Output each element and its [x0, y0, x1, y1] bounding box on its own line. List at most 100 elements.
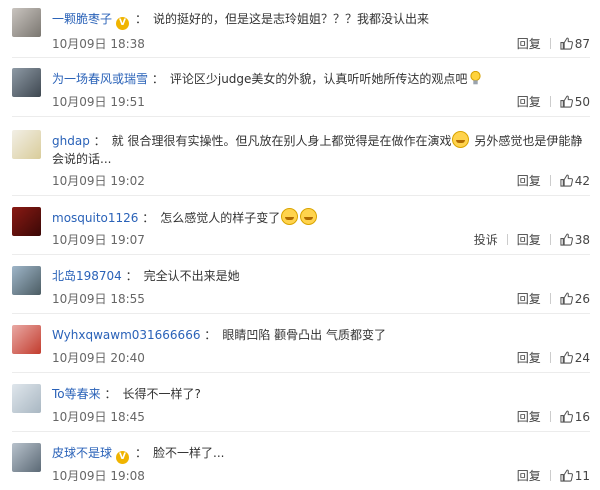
like-count: 42 — [574, 174, 590, 188]
action-divider — [549, 38, 551, 49]
action-divider — [506, 234, 508, 245]
like-count: 50 — [574, 95, 590, 109]
reply-button[interactable]: 回复 — [517, 173, 541, 189]
action-divider — [549, 293, 551, 304]
comment-body: 皮球不是球 V ： 脸不一样了... — [52, 444, 590, 464]
comment-text: 说的挺好的，但是这是志玲姐姐？？？我都没认出来 — [153, 12, 430, 26]
timestamp: 10月09日 18:38 — [52, 37, 145, 51]
comment-text: 怎么感觉人的样子变了 — [160, 211, 281, 225]
comment-body: 北岛198704 ： 完全认不出来是她 — [52, 267, 590, 285]
username-link[interactable]: 皮球不是球 — [52, 446, 112, 460]
comment-divider — [12, 57, 590, 58]
action-divider — [549, 470, 551, 481]
username-link[interactable]: ghdap — [52, 134, 90, 148]
reply-button[interactable]: 回复 — [517, 232, 541, 248]
comment-actions: 回复 11 — [517, 468, 590, 484]
comment-text: 就 很合理很有实操性。但凡放在别人身上都觉得是在做作在演戏 — [111, 134, 452, 148]
colon: ： — [104, 387, 117, 401]
colon: ： — [151, 72, 164, 86]
timestamp: 10月09日 20:40 — [52, 351, 145, 365]
reply-button[interactable]: 回复 — [517, 409, 541, 425]
comment-divider — [12, 313, 590, 314]
thumbs-up-icon — [560, 174, 573, 187]
reply-button[interactable]: 回复 — [517, 468, 541, 484]
comment-body: mosquito1126 ： 怎么感觉人的样子变了 — [52, 208, 590, 227]
avatar[interactable] — [12, 68, 41, 97]
lightbulb-emoji-icon — [470, 70, 482, 86]
comment-actions: 回复 16 — [517, 409, 590, 425]
reply-button[interactable]: 回复 — [517, 291, 541, 307]
comment-actions: 回复 26 — [517, 291, 590, 307]
thumbs-up-icon — [560, 410, 573, 423]
username-link[interactable]: mosquito1126 — [52, 211, 138, 225]
like-button[interactable]: 24 — [560, 350, 590, 366]
avatar[interactable] — [12, 325, 41, 354]
avatar[interactable] — [12, 266, 41, 295]
reply-button[interactable]: 回复 — [517, 94, 541, 110]
emoji-icon — [452, 131, 470, 148]
action-divider — [549, 411, 551, 422]
avatar[interactable] — [12, 384, 41, 413]
comment-body: ghdap ：就 很合理很有实操性。但凡放在别人身上都觉得是在做作在演戏 另外感… — [52, 131, 590, 168]
like-button[interactable]: 11 — [560, 468, 590, 484]
username-link[interactable]: Wyhxqwawm031666666 — [52, 328, 200, 342]
colon: ： — [142, 211, 155, 225]
comment-divider — [12, 195, 590, 196]
comment-text: 评论区少judge美女的外貌，认真听听她所传达的观点吧 — [169, 72, 468, 86]
avatar[interactable] — [12, 130, 41, 159]
colon: ： — [135, 12, 148, 26]
colon: ： — [204, 328, 217, 342]
like-button[interactable]: 26 — [560, 291, 590, 307]
emoji-icon — [281, 208, 299, 225]
like-count: 38 — [574, 233, 590, 247]
comment-body: 一颗脆枣子 V ： 说的挺好的，但是这是志玲姐姐？？？我都没认出来 — [52, 10, 590, 30]
thumbs-up-icon — [560, 37, 573, 50]
username-link[interactable]: To等春来 — [52, 387, 101, 401]
like-count: 24 — [574, 351, 590, 365]
action-divider — [549, 352, 551, 363]
timestamp: 10月09日 19:02 — [52, 174, 145, 188]
like-count: 11 — [574, 469, 590, 483]
report-button[interactable]: 投诉 — [474, 232, 498, 248]
action-divider — [549, 234, 551, 245]
comment-text: 眼睛凹陷 颧骨凸出 气质都变了 — [222, 328, 386, 342]
like-button[interactable]: 87 — [560, 36, 590, 52]
username-link[interactable]: 一颗脆枣子 — [52, 12, 112, 26]
like-count: 87 — [574, 37, 590, 51]
comment-actions: 回复 24 — [517, 350, 590, 366]
thumbs-up-icon — [560, 351, 573, 364]
verified-badge-icon: V — [116, 17, 130, 30]
timestamp: 10月09日 18:45 — [52, 410, 145, 424]
like-count: 16 — [574, 410, 590, 424]
like-button[interactable]: 16 — [560, 409, 590, 425]
avatar[interactable] — [12, 207, 41, 236]
thumbs-up-icon — [560, 233, 573, 246]
comment-actions: 投诉 回复 38 — [474, 232, 590, 248]
like-button[interactable]: 42 — [560, 173, 590, 189]
comment-text: 长得不一样了? — [122, 387, 201, 401]
timestamp: 10月09日 18:55 — [52, 292, 145, 306]
comment-body: 为一场春风或瑞雪 ： 评论区少judge美女的外貌，认真听听她所传达的观点吧 — [52, 70, 590, 88]
colon: ： — [93, 134, 106, 148]
reply-button[interactable]: 回复 — [517, 36, 541, 52]
timestamp: 10月09日 19:07 — [52, 233, 145, 247]
like-button[interactable]: 50 — [560, 94, 590, 110]
reply-button[interactable]: 回复 — [517, 350, 541, 366]
timestamp: 10月09日 19:08 — [52, 469, 145, 483]
colon: ： — [135, 446, 148, 460]
avatar[interactable] — [12, 8, 41, 37]
action-divider — [549, 96, 551, 107]
comment-divider — [12, 116, 590, 117]
comment-actions: 回复 42 — [517, 173, 590, 189]
action-divider — [549, 175, 551, 186]
username-link[interactable]: 北岛198704 — [52, 269, 122, 283]
username-link[interactable]: 为一场春风或瑞雪 — [52, 72, 148, 86]
thumbs-up-icon — [560, 95, 573, 108]
thumbs-up-icon — [560, 292, 573, 305]
avatar[interactable] — [12, 443, 41, 472]
comment-text: 脸不一样了... — [153, 446, 225, 460]
like-button[interactable]: 38 — [560, 232, 590, 248]
emoji-icon — [300, 208, 318, 225]
comment-divider — [12, 372, 590, 373]
comment-actions: 回复 87 — [517, 36, 590, 52]
